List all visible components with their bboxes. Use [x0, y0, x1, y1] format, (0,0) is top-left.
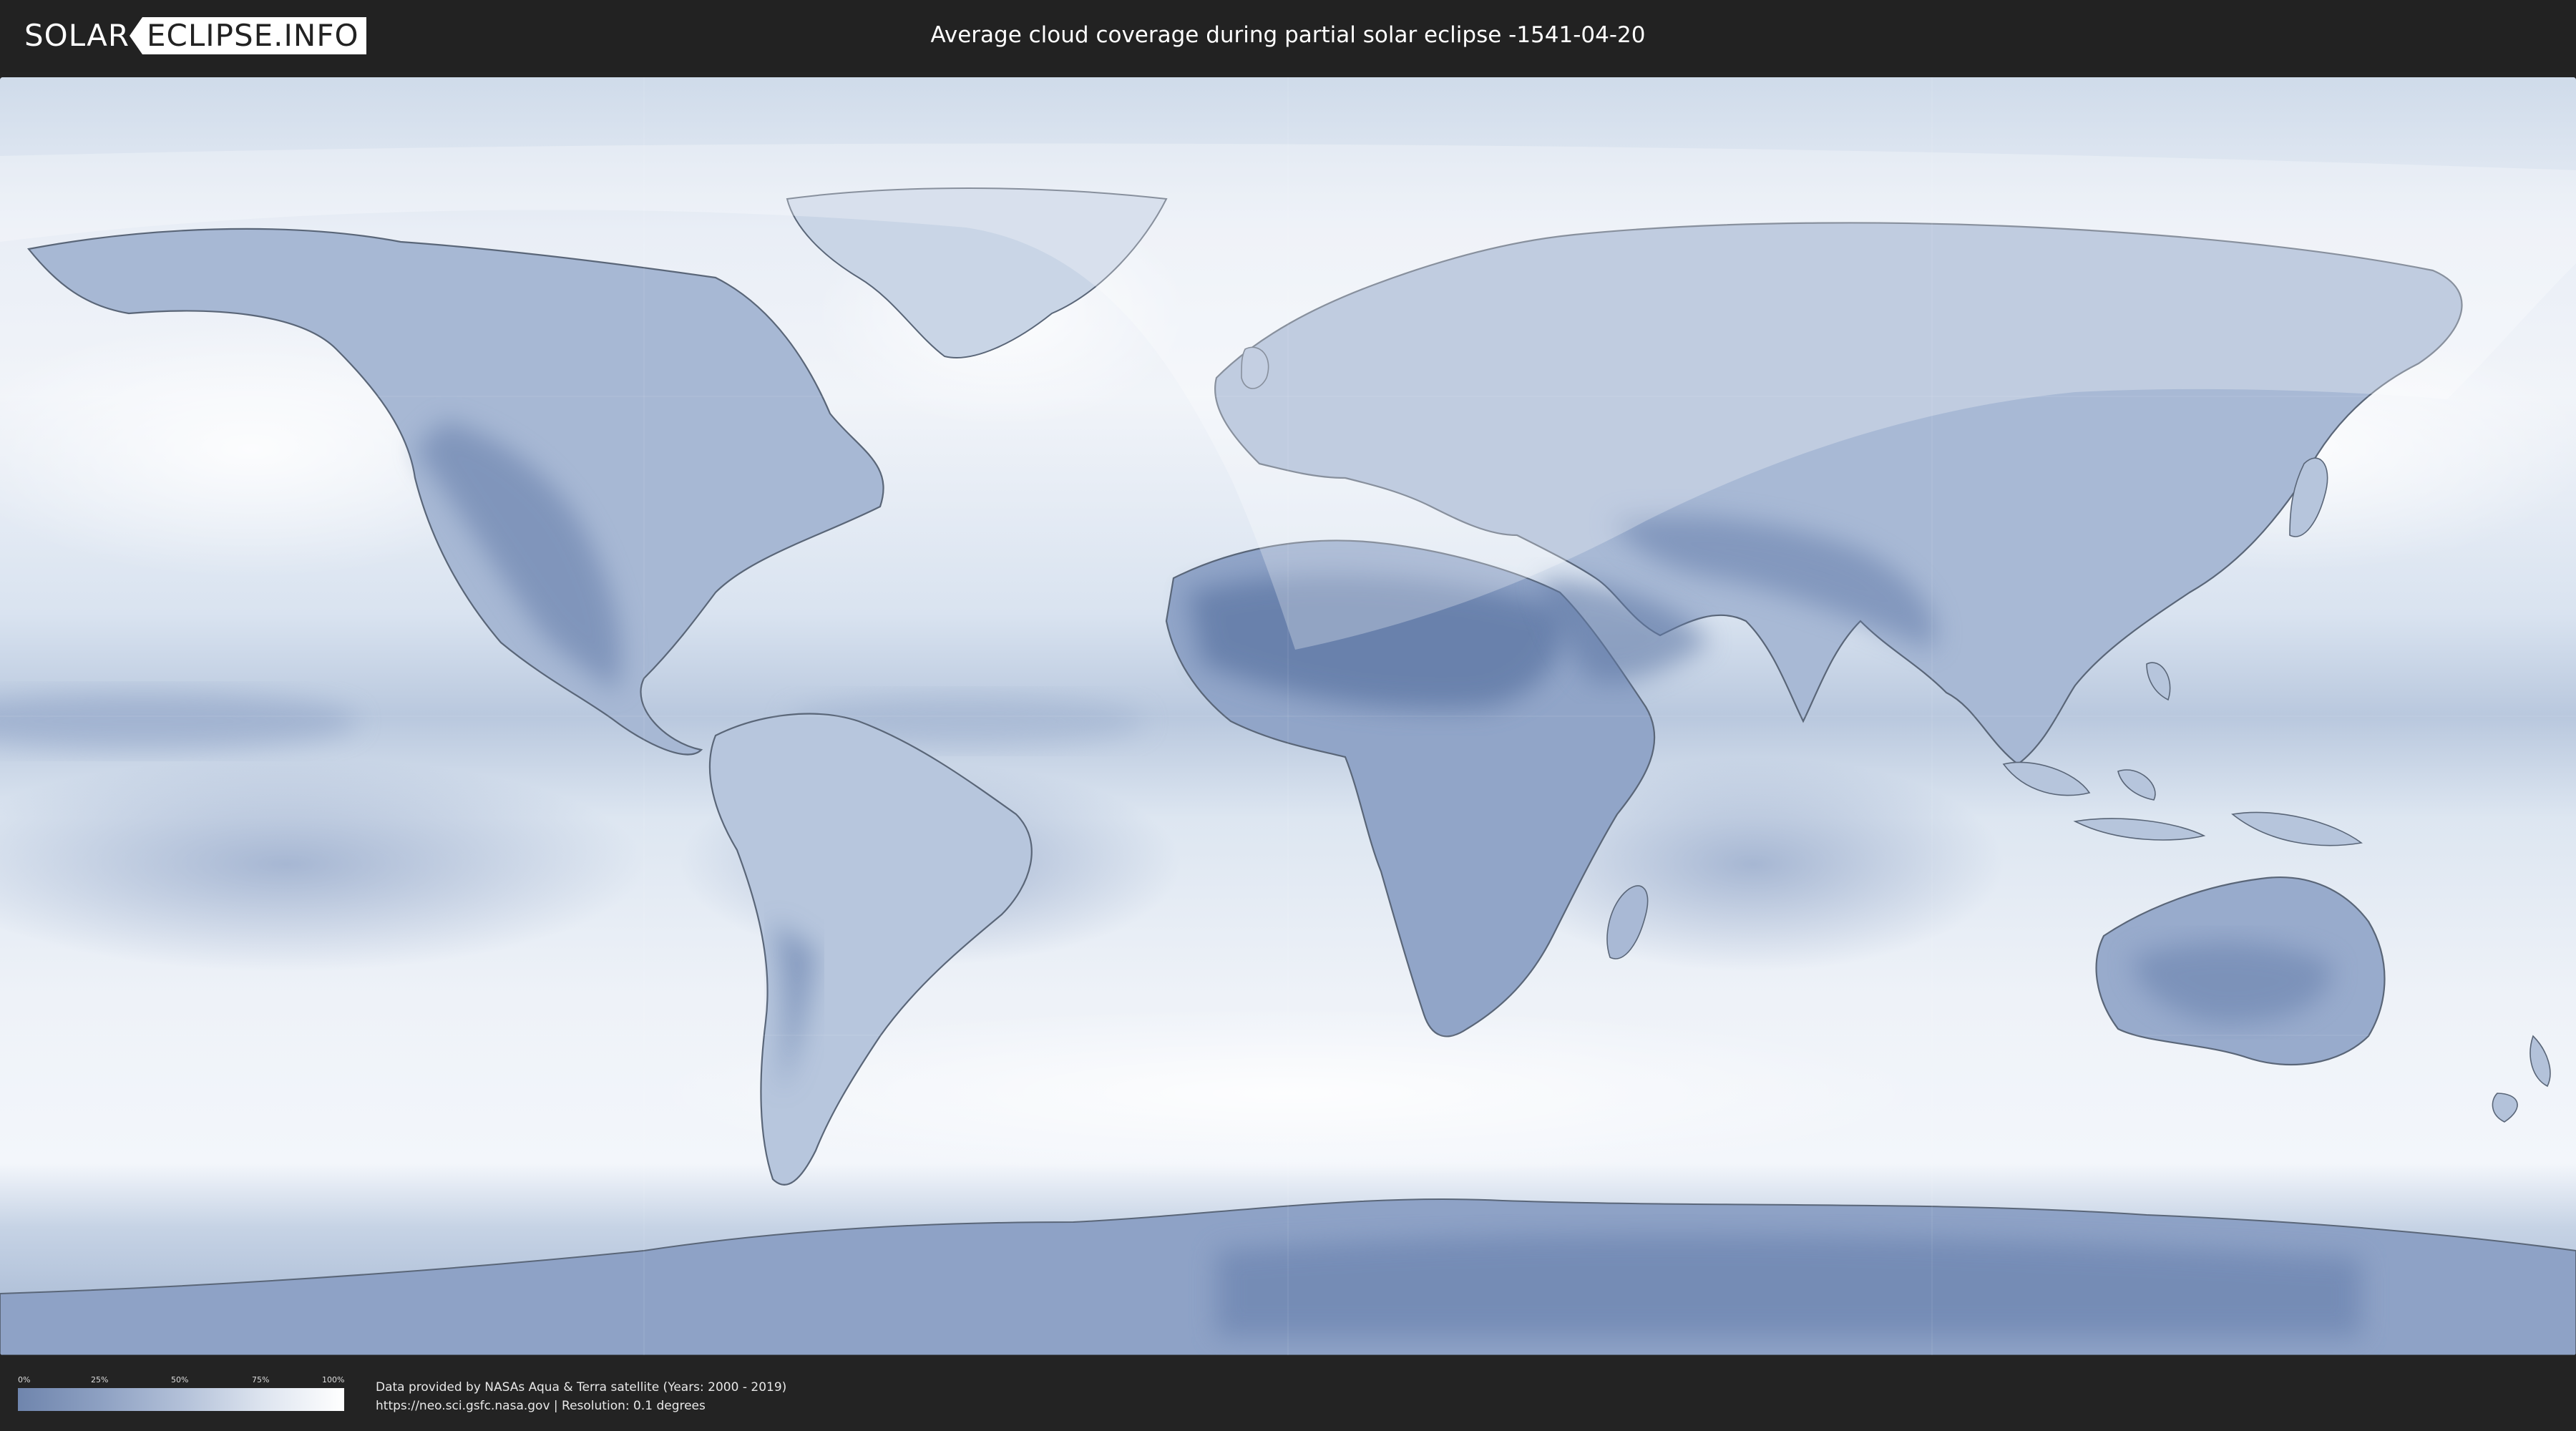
attribution-info: https://neo.sci.gsfc.nasa.gov | Resoluti…: [376, 1399, 706, 1413]
legend-tick-25: 25%: [91, 1375, 109, 1384]
legend-tick-100: 100%: [322, 1375, 345, 1384]
world-map-svg: [0, 77, 2576, 1355]
cloud-coverage-legend: 0% 25% 50% 75% 100%: [18, 1375, 344, 1411]
legend-tick-0: 0%: [18, 1375, 31, 1384]
page-title: Average cloud coverage during partial so…: [930, 22, 1646, 48]
legend-ticks: 0% 25% 50% 75% 100%: [18, 1375, 344, 1387]
cloud-coverage-map[interactable]: [0, 77, 2576, 1355]
legend-tick-75: 75%: [252, 1375, 270, 1384]
attribution-source: Data provided by NASAs Aqua & Terra sate…: [376, 1380, 787, 1395]
legend-tick-50: 50%: [171, 1375, 189, 1384]
app-window: SOLAR ECLIPSE.INFO Average cloud coverag…: [0, 0, 2576, 1431]
legend-color-bar: [18, 1388, 344, 1411]
data-attribution: Data provided by NASAs Aqua & Terra sate…: [376, 1378, 786, 1415]
header-bar: SOLAR ECLIPSE.INFO Average cloud coverag…: [0, 0, 2576, 72]
footer-bar: 0% 25% 50% 75% 100% Data provided by NAS…: [0, 1357, 2576, 1431]
